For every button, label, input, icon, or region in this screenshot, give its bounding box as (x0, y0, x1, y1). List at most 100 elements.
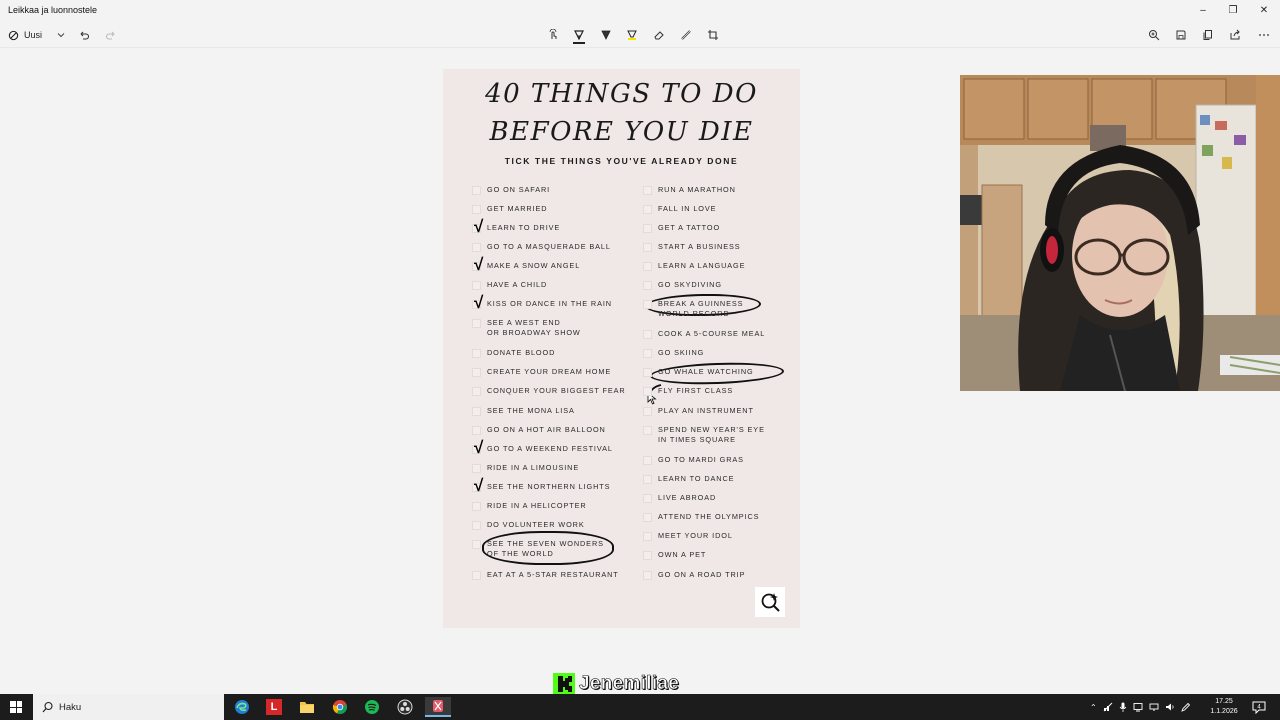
checkbox (643, 262, 652, 271)
poster-subtitle: TICK THE THINGS YOU'VE ALREADY DONE (504, 156, 739, 166)
undo-icon (80, 31, 90, 40)
taskbar-file-explorer[interactable] (294, 697, 320, 717)
taskbar-obs[interactable] (392, 697, 418, 717)
highlighter-button[interactable] (622, 26, 642, 44)
checklist-item: FALL IN LOVE (643, 204, 716, 218)
checklist-item-label: GO TO A WEEKEND FESTIVAL (487, 444, 613, 453)
checklist-item-label: COOK A 5-COURSE MEAL (658, 329, 766, 338)
checkbox (643, 368, 652, 377)
touch-hand-icon (549, 29, 557, 39)
checkbox (643, 407, 652, 416)
system-tray: ⌃ (1090, 694, 1191, 720)
visual-search-button[interactable] (755, 587, 785, 617)
restore-button[interactable]: ❐ (1220, 3, 1246, 19)
ballpoint-pen-icon (574, 30, 584, 41)
new-snip-button[interactable]: Uusi (8, 27, 65, 43)
chrome-icon (332, 700, 347, 714)
crop-icon (708, 30, 718, 40)
checkbox (472, 426, 481, 435)
checkbox (643, 281, 652, 290)
checklist-item: CREATE YOUR DREAM HOME (472, 367, 611, 381)
taskbar-spotify[interactable] (359, 697, 385, 717)
redo-button[interactable] (101, 26, 121, 44)
display-icon[interactable] (1133, 702, 1143, 712)
notification-icon: 4 (1252, 701, 1266, 715)
checkbox (472, 407, 481, 416)
checklist-item-label: KISS OR DANCE IN THE RAIN (487, 299, 612, 308)
crop-button[interactable] (703, 26, 723, 44)
checklist-item-label: GO SKYDIVING (658, 280, 722, 289)
checkbox (643, 387, 652, 396)
handwritten-checkmark: √ (474, 217, 484, 236)
chevron-down-icon[interactable] (57, 31, 65, 39)
checklist-item-label: SPEND NEW YEAR'S EYE IN TIMES SQUARE (658, 425, 765, 444)
checkbox (643, 349, 652, 358)
redo-icon (105, 31, 115, 40)
ballpoint-pen-button[interactable] (569, 26, 589, 44)
snip-icon (8, 30, 19, 40)
tray-overflow-icon[interactable]: ⌃ (1090, 703, 1097, 712)
checkbox (643, 532, 652, 541)
checklist-item: RIDE IN A HELICOPTER (472, 501, 587, 515)
microphone-icon[interactable] (1119, 702, 1127, 712)
checkbox (472, 186, 481, 195)
touch-writing-button[interactable] (543, 26, 563, 44)
share-button[interactable] (1225, 26, 1245, 44)
taskbar-chrome[interactable] (327, 697, 353, 717)
checklist-item-label: GO TO MARDI GRAS (658, 455, 744, 464)
checklist-item-label: LEARN A LANGUAGE (658, 261, 746, 270)
copy-button[interactable] (1198, 26, 1218, 44)
checkbox (472, 368, 481, 377)
checklist-item: START A BUSINESS (643, 242, 741, 256)
highlighter-icon (627, 30, 637, 40)
checklist-item: LEARN TO DANCE (643, 474, 734, 488)
taskbar-snipping-tool[interactable] (425, 697, 451, 717)
checklist-item: GO ON A HOT AIR BALLOON (472, 425, 606, 439)
network-icon[interactable] (1103, 702, 1113, 712)
checklist-item: LEARN A LANGUAGE (643, 261, 745, 275)
close-button[interactable]: ✕ (1251, 3, 1277, 19)
checklist-item-label: GO ON SAFARI (487, 185, 551, 194)
search-icon (42, 701, 53, 713)
ruler-button[interactable] (676, 26, 696, 44)
start-button[interactable] (10, 701, 22, 713)
checklist-item-label: SEE THE MONA LISA (487, 406, 575, 415)
ruler-icon (681, 30, 691, 40)
checklist-item: DONATE BLOOD (472, 348, 555, 362)
pen-icon[interactable] (1180, 702, 1191, 712)
checklist-item-label: SEE THE NORTHERN LIGHTS (487, 482, 611, 491)
new-snip-label: Uusi (24, 30, 43, 40)
undo-button[interactable] (74, 26, 94, 44)
checkbox (643, 300, 652, 309)
checklist-item-label: MEET YOUR IDOL (658, 531, 733, 540)
webcam-overlay (960, 75, 1280, 391)
ethernet-icon[interactable] (1149, 702, 1159, 712)
more-options-button[interactable] (1254, 26, 1274, 44)
checklist-item: CONQUER YOUR BIGGEST FEAR (472, 386, 626, 400)
checklist-item: COOK A 5-COURSE MEAL (643, 329, 765, 343)
notification-center-button[interactable]: 4 (1252, 700, 1266, 715)
taskbar-search[interactable]: Haku (33, 694, 224, 720)
taskbar-clock[interactable]: 17.25 1.1.2026 (1204, 697, 1244, 717)
pencil-button[interactable] (596, 26, 616, 44)
checklist-item-label: LEARN TO DANCE (658, 474, 735, 483)
taskbar-app-red[interactable]: L (261, 697, 287, 717)
checklist-item: GO ON SAFARI (472, 185, 550, 199)
checklist-item-label: GET A TATTOO (658, 223, 721, 232)
checklist-item-label: SEE A WEST END OR BROADWAY SHOW (487, 318, 581, 337)
checklist-item-label: GET MARRIED (487, 204, 548, 213)
checklist-item-label: PLAY AN INSTRUMENT (658, 406, 754, 415)
edge-icon (235, 700, 249, 714)
volume-icon[interactable] (1165, 702, 1175, 712)
zoom-button[interactable] (1144, 26, 1164, 44)
checkbox (643, 551, 652, 560)
eraser-button[interactable] (649, 26, 669, 44)
minimize-button[interactable]: – (1190, 3, 1216, 19)
taskbar-edge[interactable] (229, 697, 255, 717)
poster-image[interactable]: 40 THINGS TO DO BEFORE YOU DIE TICK THE … (443, 69, 800, 628)
save-button[interactable] (1171, 26, 1191, 44)
checklist-item: SEE THE MONA LISA (472, 406, 575, 420)
checkbox (643, 243, 652, 252)
checklist-item: RIDE IN A LIMOUSINE (472, 463, 579, 477)
checklist-item: PLAY AN INSTRUMENT (643, 406, 754, 420)
